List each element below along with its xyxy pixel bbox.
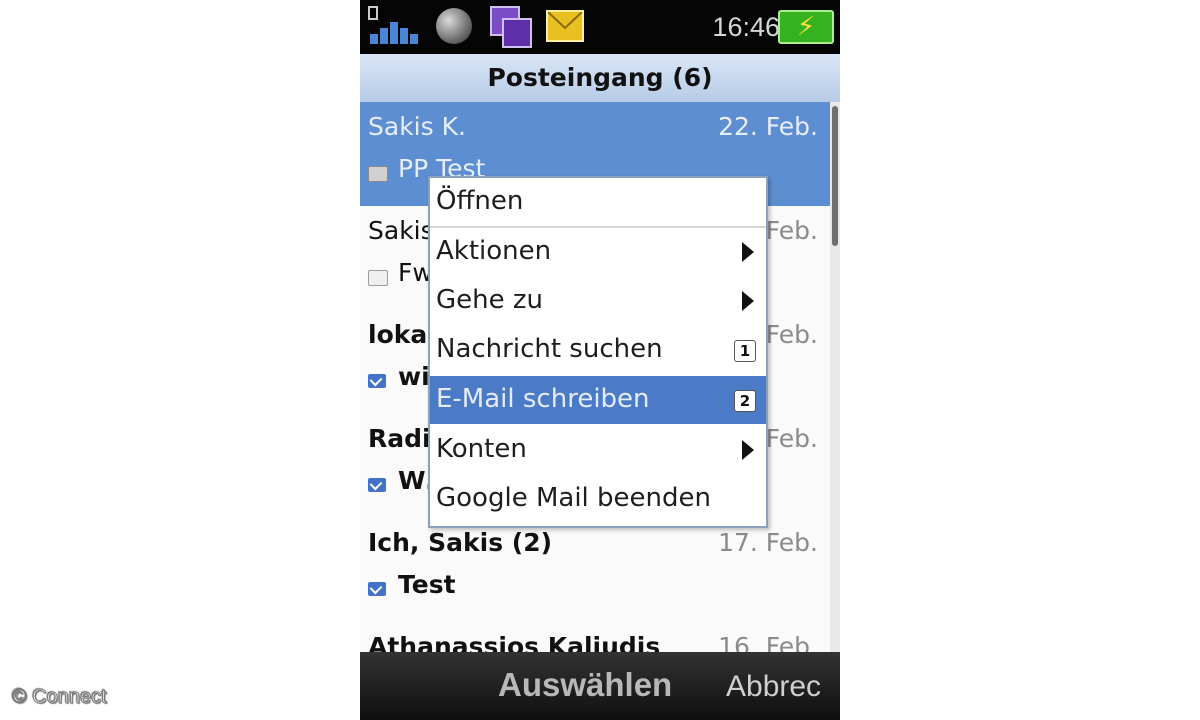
clock: 16:46 bbox=[712, 12, 780, 42]
chevron-right-icon bbox=[742, 242, 754, 262]
menu-item-label: Konten bbox=[436, 434, 527, 464]
attachment-icon bbox=[368, 166, 388, 182]
battery-charging-icon: ⚡ bbox=[778, 10, 834, 44]
softkey-bar: Auswählen Abbrec bbox=[360, 652, 840, 720]
menu-item-search-message[interactable]: Nachricht suchen 1 bbox=[430, 326, 766, 374]
unread-mail-icon bbox=[368, 374, 386, 388]
menu-item-go-to[interactable]: Gehe zu bbox=[430, 277, 766, 325]
signal-strength-icon bbox=[366, 6, 422, 48]
message-sender: loka bbox=[368, 320, 428, 349]
page-title: Posteingang (6) bbox=[360, 54, 840, 102]
globe-icon bbox=[436, 8, 472, 44]
chevron-right-icon bbox=[742, 440, 754, 460]
menu-item-label: Nachricht suchen bbox=[436, 334, 663, 364]
message-date: 17. Feb. bbox=[718, 528, 818, 557]
chevron-right-icon bbox=[742, 291, 754, 311]
message-sender: Ich, Sakis (2) bbox=[368, 528, 553, 557]
phone-screen: 16:46 ⚡ Posteingang (6) Sakis K. 22. Feb… bbox=[360, 0, 840, 720]
watermark: © Connect bbox=[12, 686, 108, 709]
scrollbar[interactable] bbox=[830, 102, 840, 652]
select-softkey[interactable]: Auswählen bbox=[498, 666, 672, 704]
read-mail-icon bbox=[368, 270, 388, 286]
apps-icon bbox=[490, 6, 534, 48]
menu-item-label: E-Mail schreiben bbox=[436, 384, 650, 414]
message-sender: Radi bbox=[368, 424, 431, 453]
menu-item-label: Aktionen bbox=[436, 236, 552, 266]
message-subject: Test bbox=[398, 570, 456, 599]
menu-item-label: Gehe zu bbox=[436, 285, 544, 315]
cancel-softkey[interactable]: Abbrec bbox=[726, 670, 821, 704]
envelope-icon bbox=[546, 10, 584, 42]
context-menu: Öffnen Aktionen Gehe zu Nachricht suchen… bbox=[428, 176, 768, 528]
menu-item-label: Öffnen bbox=[436, 186, 524, 216]
unread-mail-icon bbox=[368, 478, 386, 492]
message-date: Feb. bbox=[765, 424, 818, 453]
menu-item-exit-gmail[interactable]: Google Mail beenden bbox=[430, 475, 766, 523]
message-row[interactable]: Ich, Sakis (2) 17. Feb. Test bbox=[360, 518, 830, 623]
unread-mail-icon bbox=[368, 582, 386, 596]
shortcut-key-badge: 2 bbox=[734, 390, 756, 412]
menu-item-open[interactable]: Öffnen bbox=[430, 178, 766, 228]
message-sender: Sakis K. bbox=[368, 112, 466, 141]
message-date: Feb. bbox=[765, 216, 818, 245]
menu-item-accounts[interactable]: Konten bbox=[430, 426, 766, 474]
shortcut-key-badge: 1 bbox=[734, 340, 756, 362]
scroll-thumb[interactable] bbox=[832, 106, 838, 246]
message-date: 22. Feb. bbox=[718, 112, 818, 141]
status-bar: 16:46 ⚡ bbox=[360, 0, 840, 54]
menu-item-compose-email[interactable]: E-Mail schreiben 2 bbox=[430, 376, 766, 424]
menu-item-label: Google Mail beenden bbox=[436, 483, 711, 513]
message-sender: Sakis bbox=[368, 216, 434, 245]
menu-item-actions[interactable]: Aktionen bbox=[430, 228, 766, 276]
message-date: Feb. bbox=[765, 320, 818, 349]
